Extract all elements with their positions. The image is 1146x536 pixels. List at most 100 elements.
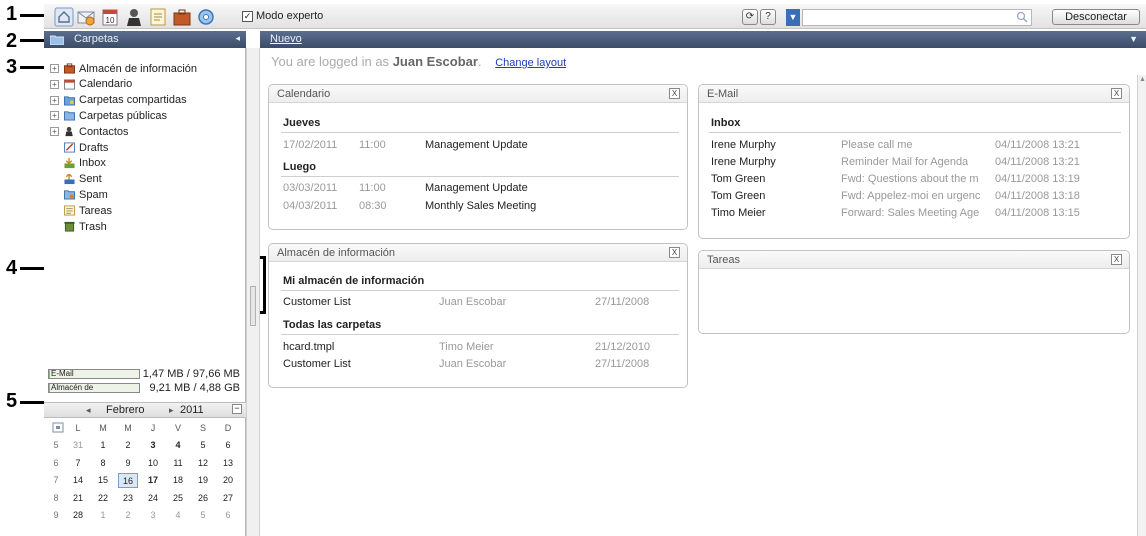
splitter-handle[interactable]	[250, 286, 256, 326]
mail-icon[interactable]	[76, 7, 96, 27]
week-number[interactable]: 6	[46, 456, 66, 471]
email-subject[interactable]: Fwd: Questions about the m	[841, 173, 993, 185]
refresh-button[interactable]: ⟳	[742, 9, 758, 25]
next-month-icon[interactable]: ▸	[169, 405, 174, 416]
contacts-icon[interactable]	[124, 7, 144, 27]
main-scrollbar[interactable]: ▲	[1137, 75, 1146, 536]
portal-icon[interactable]	[54, 7, 74, 27]
folder-item[interactable]: Trash	[63, 219, 107, 234]
expand-folder-icon[interactable]: +	[50, 64, 59, 73]
folder-item[interactable]: + Carpetas compartidas	[50, 93, 187, 108]
infostore-widget-header[interactable]: Almacén de información X	[269, 244, 687, 262]
email-date[interactable]: 04/11/2008 13:21	[995, 156, 1115, 168]
calendar-day[interactable]: 15	[93, 473, 113, 488]
settings-icon[interactable]	[196, 7, 216, 27]
calendar-day[interactable]: 8	[93, 456, 113, 471]
email-widget-header[interactable]: E-Mail X	[699, 85, 1129, 103]
calendar-day[interactable]: 5	[193, 508, 213, 523]
change-layout-link[interactable]: Change layout	[495, 57, 566, 69]
expand-folder-icon[interactable]: +	[50, 111, 59, 121]
calendar-day[interactable]: 20	[218, 473, 238, 488]
calendar-day[interactable]: 18	[168, 473, 188, 488]
calendar-day[interactable]: 4	[168, 508, 188, 523]
calendar-day[interactable]: 31	[68, 438, 88, 453]
calendar-day[interactable]: 3	[143, 438, 163, 453]
calendar-day[interactable]: 1	[93, 508, 113, 523]
folder-item[interactable]: Inbox	[63, 156, 106, 171]
calendar-day[interactable]: 9	[118, 456, 138, 471]
chevron-down-icon[interactable]: ▼	[1129, 34, 1138, 44]
email-subject[interactable]: Forward: Sales Meeting Age	[841, 207, 993, 219]
calendar-day[interactable]: 2	[118, 508, 138, 523]
year-label[interactable]: 2011	[180, 404, 204, 416]
email-sender[interactable]: Irene Murphy	[711, 156, 821, 168]
email-date[interactable]: 04/11/2008 13:18	[995, 190, 1115, 202]
week-number[interactable]: 7	[46, 473, 66, 488]
calendar-day[interactable]: 10	[143, 456, 163, 471]
infostore-icon[interactable]	[172, 7, 192, 27]
scroll-up-icon[interactable]: ▲	[1139, 76, 1146, 83]
file-name[interactable]: Customer List	[283, 358, 351, 370]
email-date[interactable]: 04/11/2008 13:15	[995, 207, 1115, 219]
calendar-icon[interactable]: 10	[100, 7, 120, 27]
collapse-sidebar-icon[interactable]: ◂	[235, 33, 240, 44]
appointment-date[interactable]: 17/02/2011	[283, 139, 337, 151]
sidebar-splitter[interactable]	[246, 48, 260, 536]
calendar-day[interactable]: 24	[143, 491, 163, 506]
email-date[interactable]: 04/11/2008 13:21	[995, 139, 1115, 151]
new-menu-label[interactable]: Nuevo	[270, 33, 302, 45]
email-sender[interactable]: Tom Green	[711, 173, 821, 185]
appointment-time[interactable]: 11:00	[359, 182, 386, 194]
week-number[interactable]: 9	[46, 508, 66, 523]
appointment-time[interactable]: 11:00	[359, 139, 386, 151]
close-email-widget-button[interactable]: X	[1111, 88, 1122, 99]
calendar-day[interactable]: 25	[168, 491, 188, 506]
calendar-day[interactable]: 5	[193, 438, 213, 453]
folder-item[interactable]: Tareas	[63, 203, 112, 218]
file-name[interactable]: Customer List	[283, 296, 351, 308]
close-calendar-widget-button[interactable]: X	[669, 88, 680, 99]
week-number[interactable]: 5	[46, 438, 66, 453]
email-sender[interactable]: Irene Murphy	[711, 139, 821, 151]
email-subject[interactable]: Fwd: Appelez-moi en urgenc	[841, 190, 993, 202]
calendar-day[interactable]: 28	[68, 508, 88, 523]
week-number[interactable]: 8	[46, 491, 66, 506]
calendar-widget-header[interactable]: Calendario X	[269, 85, 687, 103]
month-label[interactable]: Febrero	[106, 404, 145, 416]
calendar-day[interactable]: 3	[143, 508, 163, 523]
email-date[interactable]: 04/11/2008 13:19	[995, 173, 1115, 185]
calendar-day[interactable]: 12	[193, 456, 213, 471]
calendar-day[interactable]: 4	[168, 438, 188, 453]
appointment-subject[interactable]: Management Update	[425, 139, 528, 151]
folder-item[interactable]: Sent	[63, 172, 102, 187]
search-scope-dropdown[interactable]: ▼	[786, 9, 800, 26]
calendar-day[interactable]: 26	[193, 491, 213, 506]
tasks-widget-header[interactable]: Tareas X	[699, 251, 1129, 269]
expert-mode-checkbox[interactable]: ✓	[242, 10, 253, 22]
calendar-day[interactable]: 13	[218, 456, 238, 471]
folder-item[interactable]: + Contactos	[50, 124, 129, 139]
calendar-day[interactable]: 23	[118, 491, 138, 506]
search-icon[interactable]	[1016, 11, 1028, 23]
logout-button[interactable]: Desconectar	[1052, 9, 1140, 25]
calendar-day[interactable]: 7	[68, 456, 88, 471]
tasks-icon[interactable]	[148, 7, 168, 27]
calendar-day[interactable]: 27	[218, 491, 238, 506]
expand-folder-icon[interactable]: +	[50, 127, 59, 137]
expand-calendar-icon[interactable]	[52, 422, 64, 433]
folder-item[interactable]: Spam	[63, 187, 108, 202]
appointment-date[interactable]: 03/03/2011	[283, 182, 337, 194]
calendar-day[interactable]: 1	[93, 438, 113, 453]
expand-folder-icon[interactable]: +	[50, 79, 59, 89]
appointment-subject[interactable]: Management Update	[425, 182, 528, 194]
expert-mode-toggle[interactable]: ✓ Modo experto	[242, 10, 323, 22]
calendar-day[interactable]: 17	[143, 473, 163, 488]
calendar-day[interactable]: 16	[118, 473, 138, 488]
folder-item[interactable]: + Almacén de información	[50, 61, 197, 76]
calendar-day[interactable]: 14	[68, 473, 88, 488]
close-tasks-widget-button[interactable]: X	[1111, 254, 1122, 265]
file-name[interactable]: hcard.tmpl	[283, 341, 334, 353]
calendar-day[interactable]: 6	[218, 508, 238, 523]
email-subject[interactable]: Reminder Mail for Agenda	[841, 156, 993, 168]
close-infostore-widget-button[interactable]: X	[669, 247, 680, 258]
